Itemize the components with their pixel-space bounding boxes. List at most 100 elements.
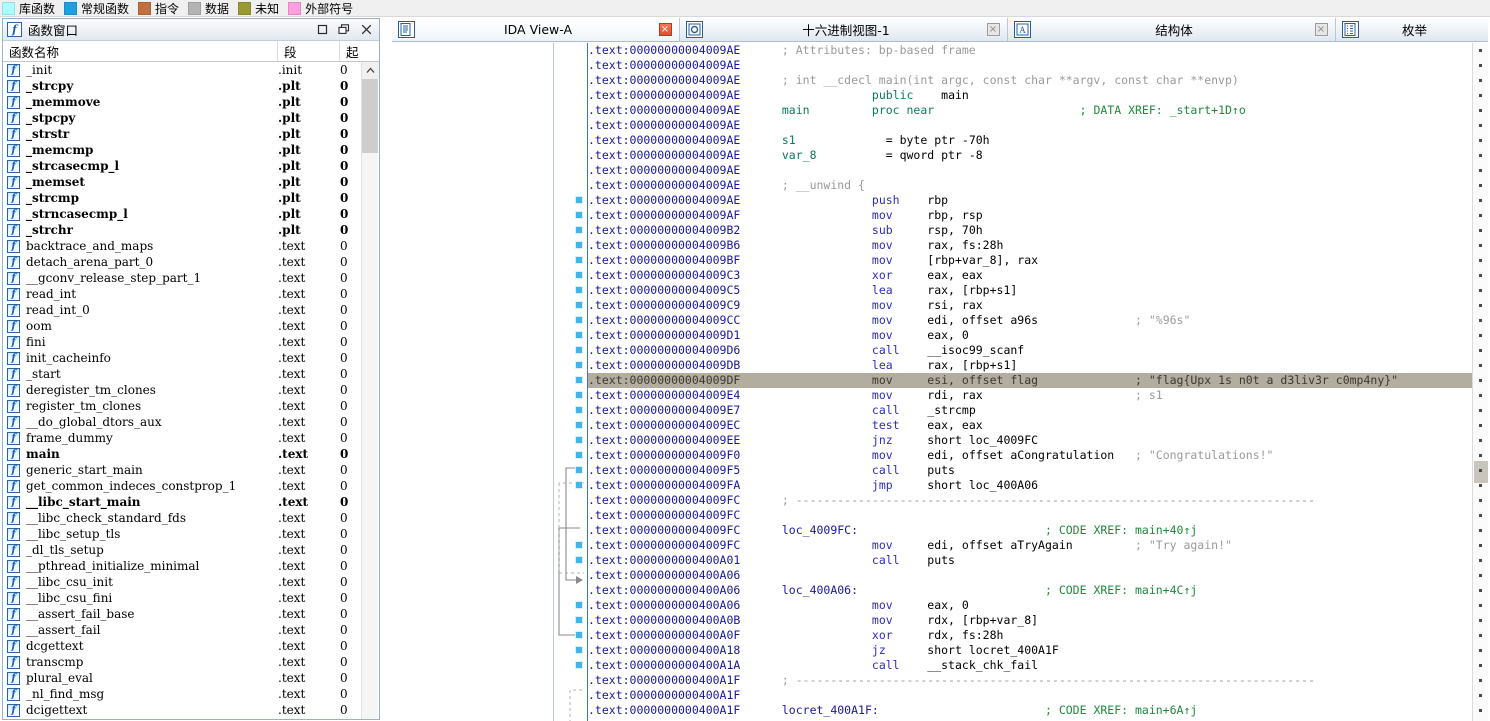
- disassembly-scrollbar-thumb[interactable]: [1474, 461, 1488, 483]
- disassembly-line[interactable]: .text:0000000000400A06 loc_400A06: ; COD…: [588, 583, 1472, 598]
- disassembly-line[interactable]: .text:00000000004009AE: [588, 163, 1472, 178]
- disassembly-line[interactable]: .text:00000000004009D1 mov eax, 0: [588, 328, 1472, 343]
- disassembly-line[interactable]: .text:00000000004009FC ; ---------------…: [588, 493, 1472, 508]
- function-list-item[interactable]: f_strstr.plt0: [3, 126, 361, 142]
- function-list-item[interactable]: f__gconv_release_step_part_1.text0: [3, 270, 361, 286]
- disassembly-line[interactable]: .text:00000000004009C5 lea rax, [rbp+s1]: [588, 283, 1472, 298]
- column-header-name[interactable]: 函数名称: [3, 41, 278, 61]
- tab-3[interactable]: A结构体×: [1008, 18, 1336, 41]
- disassembly-line[interactable]: .text:00000000004009C9 mov rsi, rax: [588, 298, 1472, 313]
- function-list-item[interactable]: f_memset.plt0: [3, 174, 361, 190]
- function-list-item[interactable]: finit_cacheinfo.text0: [3, 350, 361, 366]
- disassembly-line[interactable]: .text:00000000004009B6 mov rax, fs:28h: [588, 238, 1472, 253]
- function-list-item[interactable]: f_strcmp.plt0: [3, 190, 361, 206]
- disassembly-line[interactable]: .text:00000000004009AE: [588, 58, 1472, 73]
- disassembly-line[interactable]: .text:00000000004009AE push rbp: [588, 193, 1472, 208]
- disassembly-line[interactable]: .text:0000000000400A1F locret_400A1F: ; …: [588, 703, 1472, 718]
- function-list-item[interactable]: f__libc_check_standard_fds.text0: [3, 510, 361, 526]
- disassembly-line[interactable]: .text:00000000004009F0 mov edi, offset a…: [588, 448, 1472, 463]
- function-list-item[interactable]: f_strncasecmp_l.plt0: [3, 206, 361, 222]
- disassembly-line[interactable]: .text:00000000004009AE s1 = byte ptr -70…: [588, 133, 1472, 148]
- disassembly-line[interactable]: .text:00000000004009AE public main: [588, 88, 1472, 103]
- tab-close-button[interactable]: ×: [1311, 23, 1331, 36]
- disassembly-line[interactable]: .text:00000000004009DF mov esi, offset f…: [588, 373, 1472, 388]
- disassembly-line[interactable]: .text:0000000000400A0B mov rdx, [rbp+var…: [588, 613, 1472, 628]
- function-list-item[interactable]: f__assert_fail_base.text0: [3, 606, 361, 622]
- function-list-item[interactable]: foom.text0: [3, 318, 361, 334]
- function-list-item[interactable]: f_nl_find_msg.text0: [3, 686, 361, 702]
- function-list-item[interactable]: ftranscmp.text0: [3, 654, 361, 670]
- function-list-item[interactable]: f_memmove.plt0: [3, 94, 361, 110]
- function-list-item[interactable]: fplural_eval.text0: [3, 670, 361, 686]
- disassembly-line[interactable]: .text:00000000004009AE ; int __cdecl mai…: [588, 73, 1472, 88]
- function-list-item[interactable]: f__do_global_dtors_aux.text0: [3, 414, 361, 430]
- tab-close-button[interactable]: ×: [983, 23, 1003, 36]
- ida-view-a-disassembly[interactable]: .text:00000000004009AE ; Attributes: bp-…: [553, 43, 1488, 721]
- disassembly-line[interactable]: .text:00000000004009FA jmp short loc_400…: [588, 478, 1472, 493]
- function-list-item[interactable]: fbacktrace_and_maps.text0: [3, 238, 361, 254]
- disassembly-line[interactable]: .text:00000000004009F5 call puts: [588, 463, 1472, 478]
- tab-close-button[interactable]: ×: [655, 23, 675, 36]
- functions-list[interactable]: f_init.init0f_strcpy.plt0f_memmove.plt0f…: [3, 62, 361, 719]
- disassembly-line[interactable]: .text:0000000000400A0F xor rdx, fs:28h: [588, 628, 1472, 643]
- disassembly-line[interactable]: .text:00000000004009EE jnz short loc_400…: [588, 433, 1472, 448]
- disassembly-line[interactable]: .text:00000000004009AF mov rbp, rsp: [588, 208, 1472, 223]
- disassembly-line[interactable]: .text:00000000004009AE main proc near ; …: [588, 103, 1472, 118]
- column-header-segment[interactable]: 段: [278, 41, 340, 61]
- function-list-item[interactable]: ffini.text0: [3, 334, 361, 350]
- disassembly-line[interactable]: .text:00000000004009AE: [588, 118, 1472, 133]
- disassembly-line[interactable]: .text:00000000004009AE ; __unwind {: [588, 178, 1472, 193]
- disassembly-code-lines[interactable]: .text:00000000004009AE ; Attributes: bp-…: [588, 43, 1472, 721]
- disassembly-line[interactable]: .text:0000000000400A06 mov eax, 0: [588, 598, 1472, 613]
- disassembly-line[interactable]: .text:00000000004009EC test eax, eax: [588, 418, 1472, 433]
- disassembly-line[interactable]: .text:00000000004009BF mov [rbp+var_8], …: [588, 253, 1472, 268]
- disassembly-line[interactable]: .text:0000000000400A01 call puts: [588, 553, 1472, 568]
- function-list-item[interactable]: fdcgettext.text0: [3, 638, 361, 654]
- disassembly-scrollbar[interactable]: [1472, 43, 1488, 721]
- close-icon[interactable]: ×: [659, 23, 672, 36]
- tab-2[interactable]: 十六进制视图-1×: [680, 18, 1008, 41]
- function-list-item[interactable]: fread_int.text0: [3, 286, 361, 302]
- function-list-item[interactable]: f_strcpy.plt0: [3, 78, 361, 94]
- tab-1[interactable]: IDA View-A×: [392, 18, 680, 41]
- function-list-item[interactable]: f__libc_start_main.text0: [3, 494, 361, 510]
- function-list-item[interactable]: fregister_tm_clones.text0: [3, 398, 361, 414]
- disassembly-line[interactable]: .text:0000000000400A1A call __stack_chk_…: [588, 658, 1472, 673]
- disassembly-line[interactable]: .text:0000000000400A06: [588, 568, 1472, 583]
- disassembly-line[interactable]: .text:00000000004009FC: [588, 508, 1472, 523]
- disassembly-line[interactable]: .text:00000000004009AE ; Attributes: bp-…: [588, 43, 1472, 58]
- function-list-item[interactable]: f__assert_fail.text0: [3, 622, 361, 638]
- disassembly-line[interactable]: .text:00000000004009AE var_8 = qword ptr…: [588, 148, 1472, 163]
- function-list-item[interactable]: f_memcmp.plt0: [3, 142, 361, 158]
- function-list-item[interactable]: fget_common_indeces_constprop_1.text0: [3, 478, 361, 494]
- disassembly-line[interactable]: .text:0000000000400A1F: [588, 688, 1472, 703]
- scroll-up-arrow-icon[interactable]: [362, 62, 379, 79]
- function-list-item[interactable]: f_strchr.plt0: [3, 222, 361, 238]
- tab-4[interactable]: 枚举: [1336, 18, 1488, 41]
- function-list-item[interactable]: fframe_dummy.text0: [3, 430, 361, 446]
- disassembly-line[interactable]: .text:00000000004009D6 call __isoc99_sca…: [588, 343, 1472, 358]
- disassembly-line[interactable]: .text:00000000004009E4 mov rdi, rax ; s1: [588, 388, 1472, 403]
- function-list-item[interactable]: f_stpcpy.plt0: [3, 110, 361, 126]
- close-icon[interactable]: ×: [987, 23, 1000, 36]
- function-list-item[interactable]: f__pthread_initialize_minimal.text0: [3, 558, 361, 574]
- disassembly-line[interactable]: .text:00000000004009C3 xor eax, eax: [588, 268, 1472, 283]
- scrollbar-thumb[interactable]: [362, 79, 378, 153]
- disassembly-line[interactable]: .text:00000000004009FC loc_4009FC: ; COD…: [588, 523, 1472, 538]
- function-list-item[interactable]: f_init.init0: [3, 62, 361, 78]
- disassembly-line[interactable]: .text:00000000004009CC mov edi, offset a…: [588, 313, 1472, 328]
- functions-list-scrollbar[interactable]: [361, 62, 378, 719]
- view-tabstrip[interactable]: IDA View-A×十六进制视图-1×A结构体×枚举: [392, 18, 1488, 42]
- disassembly-line[interactable]: .text:00000000004009DB lea rax, [rbp+s1]: [588, 358, 1472, 373]
- function-list-item[interactable]: f_strcasecmp_l.plt0: [3, 158, 361, 174]
- function-list-item[interactable]: fdetach_arena_part_0.text0: [3, 254, 361, 270]
- function-list-item[interactable]: f__libc_csu_init.text0: [3, 574, 361, 590]
- function-list-item[interactable]: fmain.text0: [3, 446, 361, 462]
- function-list-item[interactable]: fread_int_0.text0: [3, 302, 361, 318]
- function-list-item[interactable]: f__libc_csu_fini.text0: [3, 590, 361, 606]
- close-icon[interactable]: [355, 21, 377, 39]
- disassembly-line[interactable]: .text:0000000000400A1F ; ---------------…: [588, 673, 1472, 688]
- disassembly-line[interactable]: .text:0000000000400A18 jz short locret_4…: [588, 643, 1472, 658]
- function-list-item[interactable]: f_dl_tls_setup.text0: [3, 542, 361, 558]
- disassembly-line[interactable]: .text:00000000004009FC mov edi, offset a…: [588, 538, 1472, 553]
